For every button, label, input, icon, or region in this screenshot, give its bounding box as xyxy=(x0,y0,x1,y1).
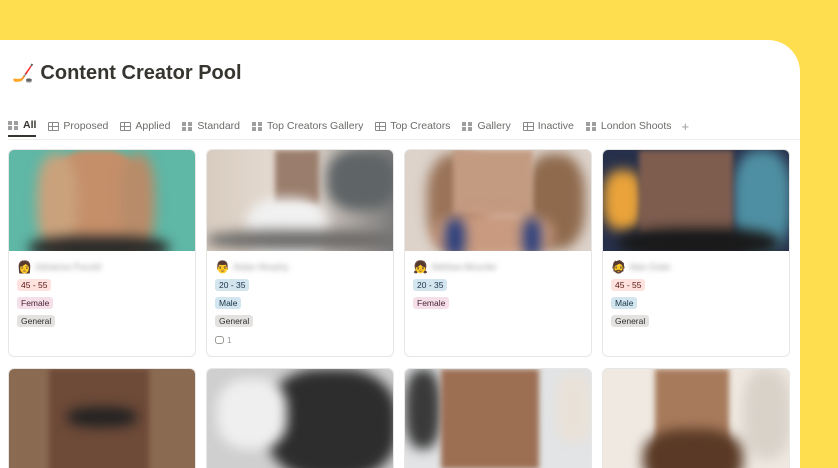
tab-gallery[interactable]: Gallery xyxy=(462,115,511,137)
creator-avatar-icon: 🧔 xyxy=(611,260,626,274)
gallery-card[interactable] xyxy=(8,368,196,468)
age-tag: 45 - 55 xyxy=(611,279,646,291)
tab-label: Inactive xyxy=(537,120,574,132)
comment-count[interactable]: 1 xyxy=(215,335,385,345)
creator-avatar-icon: 👩 xyxy=(17,260,32,274)
creator-name: Alan Duke xyxy=(629,262,671,272)
tab-inactive[interactable]: Inactive xyxy=(522,115,574,137)
page-title-text: Content Creator Pool xyxy=(40,62,242,84)
age-tag: 20 - 35 xyxy=(413,279,448,291)
gender-tag: Female xyxy=(17,297,54,309)
table-icon xyxy=(48,121,60,131)
add-view-button[interactable]: + xyxy=(682,119,690,134)
category-tag: General xyxy=(17,315,56,327)
tab-label: Proposed xyxy=(63,120,109,132)
comment-icon xyxy=(215,336,224,344)
tab-proposed[interactable]: Proposed xyxy=(48,115,108,137)
table-icon xyxy=(375,121,387,131)
notion-window: 🏒 Content Creator Pool All Proposed Appl… xyxy=(0,40,800,468)
creator-name: Alethea Mounter xyxy=(431,262,498,272)
age-tag: 20 - 35 xyxy=(215,279,250,291)
creator-photo xyxy=(405,150,591,251)
page-title: 🏒 Content Creator Pool xyxy=(12,62,242,85)
view-tabs: All Proposed Applied Standard Top Creato… xyxy=(8,114,800,138)
gallery-card[interactable]: 👩 Adrianne Purcell 45 - 55 Female Genera… xyxy=(8,149,196,357)
category-tag: General xyxy=(215,315,254,327)
tab-all[interactable]: All xyxy=(8,115,37,137)
gender-tag: Male xyxy=(215,297,242,309)
gallery-icon xyxy=(252,121,264,131)
gallery-card[interactable]: 🧔 Alan Duke 45 - 55 Male General xyxy=(602,149,790,357)
tab-label: Gallery xyxy=(477,120,511,132)
tab-label: London Shoots xyxy=(600,120,672,132)
creator-photo xyxy=(207,369,393,468)
gender-tag: Male xyxy=(611,297,638,309)
creator-photo xyxy=(9,150,195,251)
creator-name: Aidan Murphy xyxy=(233,262,289,272)
tab-top-creators[interactable]: Top Creators xyxy=(375,115,450,137)
creator-photo xyxy=(603,369,789,468)
gallery-card[interactable] xyxy=(602,368,790,468)
category-tag: General xyxy=(611,315,650,327)
tab-label: All xyxy=(23,119,37,131)
table-icon xyxy=(120,121,132,131)
creator-photo xyxy=(9,369,195,468)
creator-name: Adrianne Purcell xyxy=(35,262,102,272)
creator-photo xyxy=(207,150,393,251)
page-emoji-icon: 🏒 xyxy=(12,63,35,83)
age-tag: 45 - 55 xyxy=(17,279,52,291)
tab-applied[interactable]: Applied xyxy=(120,115,170,137)
gallery-icon xyxy=(8,120,19,130)
comment-count-text: 1 xyxy=(227,335,232,345)
creator-photo xyxy=(603,150,789,251)
tab-label: Top Creators xyxy=(390,120,451,132)
gallery-icon xyxy=(462,121,474,131)
table-icon xyxy=(522,121,534,131)
tab-label: Applied xyxy=(135,120,171,132)
gallery-icon xyxy=(182,121,194,131)
gallery-card[interactable] xyxy=(206,368,394,468)
tab-standard[interactable]: Standard xyxy=(182,115,240,137)
tab-top-creators-gallery[interactable]: Top Creators Gallery xyxy=(252,115,363,137)
tab-label: Top Creators Gallery xyxy=(267,120,364,132)
tab-london-shoots[interactable]: London Shoots xyxy=(585,115,672,137)
tabs-divider xyxy=(8,139,800,140)
gallery-icon xyxy=(585,121,597,131)
gender-tag: Female xyxy=(413,297,450,309)
creator-avatar-icon: 👧 xyxy=(413,260,428,274)
creator-photo xyxy=(405,369,591,468)
tab-label: Standard xyxy=(197,120,241,132)
gallery-card[interactable] xyxy=(404,368,592,468)
gallery-card[interactable]: 👧 Alethea Mounter 20 - 35 Female xyxy=(404,149,592,357)
gallery-card[interactable]: 👨 Aidan Murphy 20 - 35 Male General 1 xyxy=(206,149,394,357)
creator-avatar-icon: 👨 xyxy=(215,260,230,274)
